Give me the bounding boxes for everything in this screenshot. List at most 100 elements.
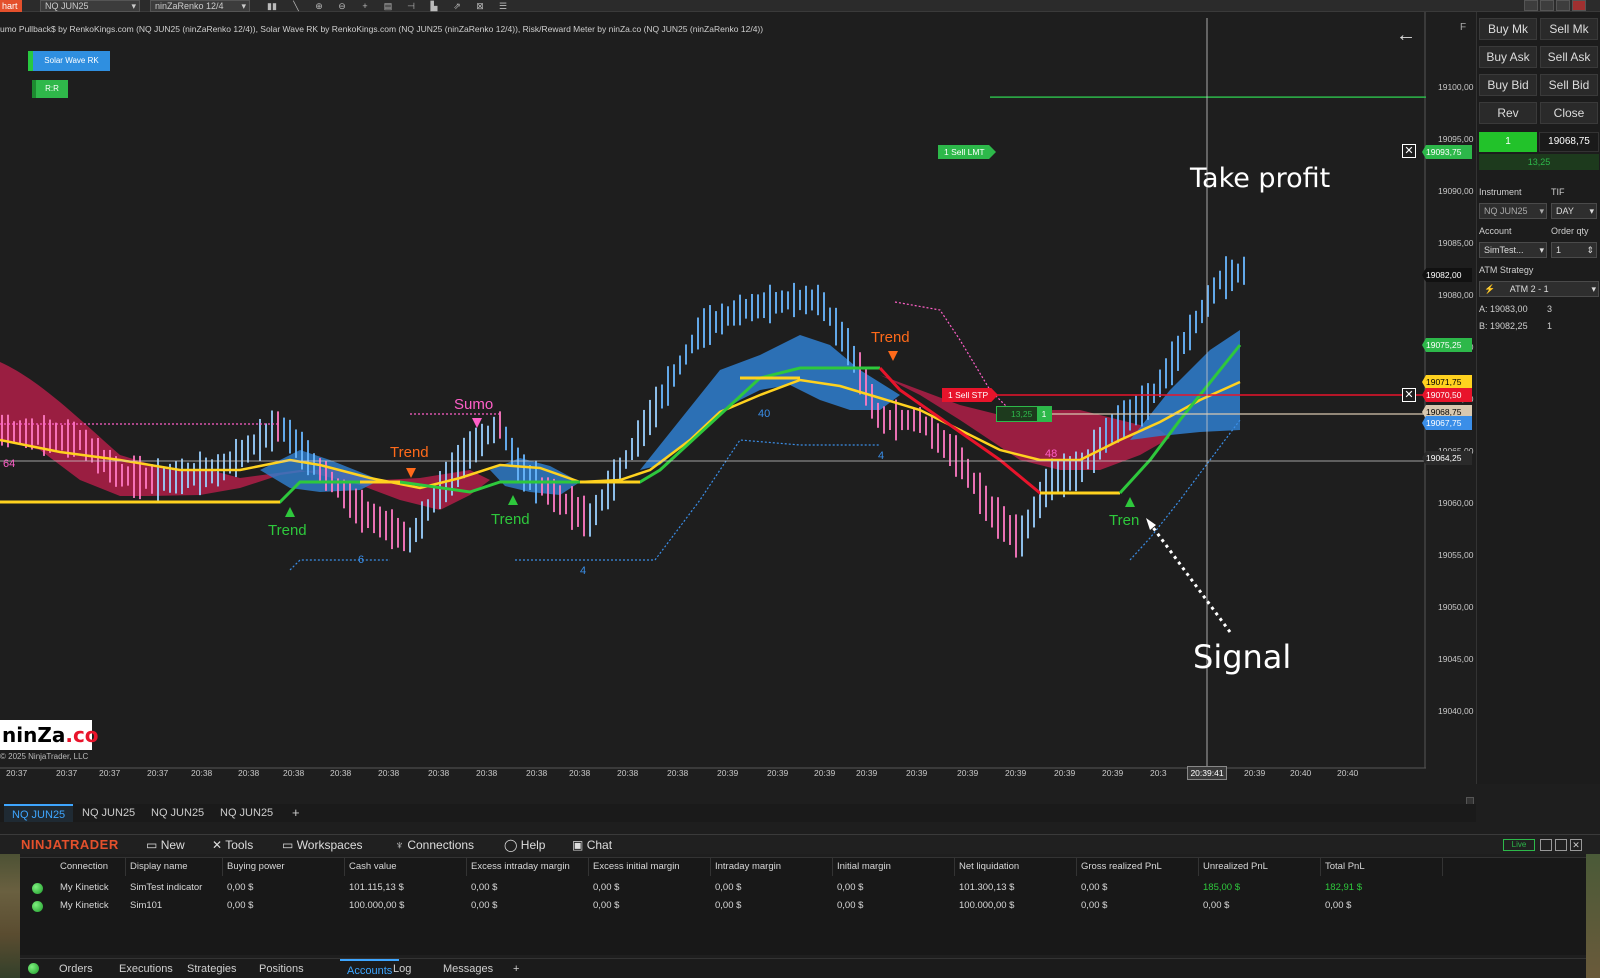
column-header[interactable]: Display name	[126, 858, 223, 876]
menu-new[interactable]: ▭ New	[146, 835, 185, 855]
table-cell[interactable]: 185,00 $	[1199, 880, 1321, 896]
add-tab-button[interactable]: +	[284, 804, 308, 822]
menu-chat[interactable]: ▣ Chat	[572, 835, 612, 855]
crosshair-time-label: 20:39:41	[1187, 766, 1227, 780]
chevron-down-icon: ▾	[1591, 284, 1596, 294]
table-cell[interactable]: 0,00 $	[711, 898, 833, 914]
close-position-button[interactable]: Close	[1540, 102, 1598, 124]
table-cell[interactable]: 182,91 $	[1321, 880, 1443, 896]
tab-log[interactable]: Log	[386, 959, 418, 978]
window-minimize-icon[interactable]	[1540, 0, 1554, 11]
menu-connections[interactable]: ♆ Connections	[395, 835, 474, 855]
tab-nq-jun25-1[interactable]: NQ JUN25	[4, 804, 74, 822]
atm-strategy-select[interactable]: ⚡ ATM 2 - 1 ▾	[1479, 281, 1599, 297]
tab-strategies[interactable]: Strategies	[180, 959, 244, 978]
sell-bid-button[interactable]: Sell Bid	[1540, 74, 1598, 96]
table-cell[interactable]: 0,00 $	[1077, 898, 1199, 914]
column-header[interactable]: Net liquidation	[955, 858, 1077, 876]
tab-messages[interactable]: Messages	[436, 959, 500, 978]
time-tick-label: 20:39	[957, 768, 979, 778]
wave-count: 4	[878, 450, 885, 462]
tab-nq-jun25-2[interactable]: NQ JUN25	[74, 804, 143, 822]
maximize-icon[interactable]	[1555, 839, 1567, 851]
column-header[interactable]: Intraday margin	[711, 858, 833, 876]
window-tile-icon[interactable]	[1524, 0, 1538, 11]
time-tick-label: 20:3	[1150, 768, 1167, 778]
table-cell[interactable]: 0,00 $	[589, 898, 711, 914]
buy-market-button[interactable]: Buy Mk	[1479, 18, 1537, 40]
table-cell[interactable]: 0,00 $	[223, 898, 345, 914]
table-cell[interactable]: My Kinetick	[56, 880, 126, 896]
menu-tools[interactable]: ✕ Tools	[212, 835, 253, 855]
column-header[interactable]: Unrealized PnL	[1199, 858, 1321, 876]
table-cell[interactable]: 0,00 $	[1321, 898, 1443, 914]
chevron-down-icon: ▾	[1539, 245, 1544, 255]
column-header[interactable]: Buying power	[223, 858, 345, 876]
table-cell[interactable]: 0,00 $	[223, 880, 345, 896]
table-cell[interactable]: 101.115,13 $	[345, 880, 467, 896]
tab-nq-jun25-3[interactable]: NQ JUN25	[143, 804, 212, 822]
accounts-grid: Connection Display name Buying power Cash v…	[20, 857, 1586, 955]
tab-positions[interactable]: Positions	[252, 959, 311, 978]
table-cell[interactable]: 0,00 $	[1199, 898, 1321, 914]
column-header[interactable]: Cash value	[345, 858, 467, 876]
buy-bid-button[interactable]: Buy Bid	[1479, 74, 1537, 96]
price-tick-label: 19050,00	[1438, 602, 1474, 612]
menu-help[interactable]: ◯ Help	[504, 835, 545, 855]
price-marker: 19075,25	[1422, 338, 1472, 352]
table-cell[interactable]: My Kinetick	[56, 898, 126, 914]
column-header[interactable]: Connection	[56, 858, 126, 876]
buy-arrow-icon	[508, 495, 518, 505]
tab-orders[interactable]: Orders	[52, 959, 100, 978]
tab-executions[interactable]: Executions	[112, 959, 180, 978]
table-cell[interactable]: 0,00 $	[833, 898, 955, 914]
account-select[interactable]: SimTest... ▾	[1479, 242, 1547, 258]
table-cell[interactable]: 0,00 $	[467, 898, 589, 914]
menu-workspaces[interactable]: ▭ Workspaces	[282, 835, 363, 855]
table-cell[interactable]: 0,00 $	[467, 880, 589, 896]
sell-limit-order-tag[interactable]: 1 Sell LMT	[938, 145, 996, 159]
minimize-icon[interactable]	[1540, 839, 1552, 851]
column-header[interactable]: Excess intraday margin	[467, 858, 589, 876]
column-header[interactable]: Initial margin	[833, 858, 955, 876]
window-close-icon[interactable]	[1572, 0, 1586, 11]
tools-icon: ✕	[212, 838, 223, 852]
table-cell[interactable]: 0,00 $	[833, 880, 955, 896]
table-cell[interactable]: 101.300,13 $	[955, 880, 1077, 896]
reverse-button[interactable]: Rev	[1479, 102, 1537, 124]
add-tab-button[interactable]: +	[506, 959, 526, 978]
stepper-icon[interactable]: ⇕	[1586, 243, 1596, 257]
window-maximize-icon[interactable]	[1556, 0, 1570, 11]
price-tick-label: 19085,00	[1438, 238, 1474, 248]
unrealized-pnl: 13,25	[1479, 154, 1599, 170]
table-cell[interactable]: 100.000,00 $	[345, 898, 467, 914]
sell-stop-order-tag[interactable]: 1 Sell STP	[942, 388, 998, 402]
sell-ask-button[interactable]: Sell Ask	[1540, 46, 1598, 68]
table-cell[interactable]: SimTest indicator	[126, 880, 223, 896]
menu-chat-label: Chat	[586, 838, 613, 852]
position-tag[interactable]: 13,25 1	[996, 406, 1052, 422]
back-arrow-icon[interactable]: ←	[1396, 24, 1416, 47]
column-header[interactable]: Total PnL	[1321, 858, 1443, 876]
table-cell[interactable]: 100.000,00 $	[955, 898, 1077, 914]
table-cell[interactable]: Sim101	[126, 898, 223, 914]
table-cell[interactable]: 0,00 $	[711, 880, 833, 896]
cancel-order-icon[interactable]: ✕	[1402, 144, 1416, 158]
order-qty-stepper[interactable]: 1 ⇕	[1551, 242, 1597, 258]
cancel-order-icon[interactable]: ✕	[1402, 388, 1416, 402]
time-tick-label: 20:40	[1290, 768, 1312, 778]
risk-reward-toggle-button[interactable]: R:R	[32, 80, 68, 98]
table-cell[interactable]: 0,00 $	[589, 880, 711, 896]
table-cell[interactable]: 0,00 $	[1077, 880, 1199, 896]
wave-count: 48	[1045, 448, 1058, 460]
tif-select[interactable]: DAY ▾	[1551, 203, 1597, 219]
tab-nq-jun25-4[interactable]: NQ JUN25	[212, 804, 281, 822]
column-header[interactable]: Gross realized PnL	[1077, 858, 1199, 876]
column-header[interactable]: Excess initial margin	[589, 858, 711, 876]
instrument-field[interactable]: NQ JUN25 ▾	[1479, 203, 1547, 219]
close-icon[interactable]: ✕	[1570, 839, 1582, 851]
solar-wave-toggle-button[interactable]: Solar Wave RK	[28, 51, 110, 71]
time-tick-label: 20:37	[56, 768, 78, 778]
buy-ask-button[interactable]: Buy Ask	[1479, 46, 1537, 68]
sell-market-button[interactable]: Sell Mk	[1540, 18, 1598, 40]
